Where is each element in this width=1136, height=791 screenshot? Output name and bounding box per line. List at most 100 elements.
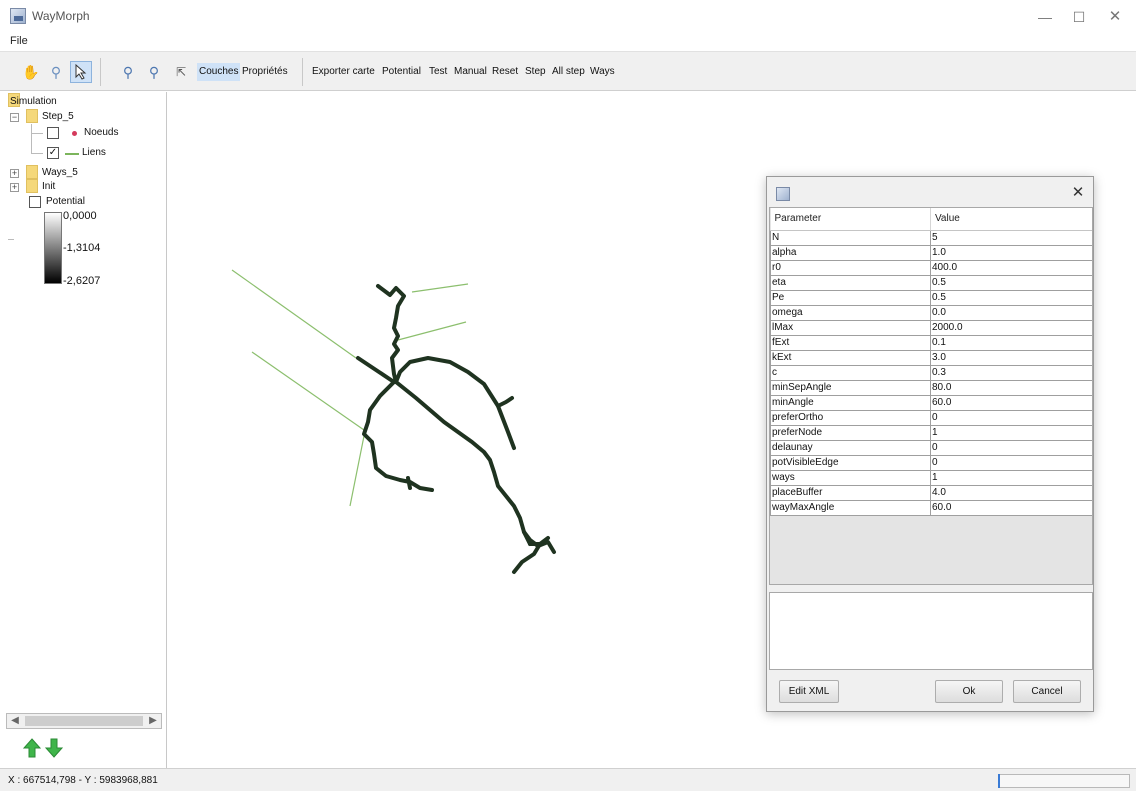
potential-button[interactable]: Potential (382, 52, 421, 92)
tree-node-simulation[interactable]: Simulation (10, 96, 57, 107)
exporter-carte-button[interactable]: Exporter carte (312, 52, 375, 92)
param-value-cell[interactable]: 3.0 (930, 349, 1092, 366)
param-value-cell[interactable]: 1 (930, 424, 1092, 441)
param-value-cell[interactable]: 0 (930, 454, 1092, 471)
param-name-cell[interactable]: ways (770, 469, 931, 486)
table-row[interactable]: Pe 0.5 (770, 289, 1092, 306)
param-value-cell[interactable]: 0.5 (930, 289, 1092, 306)
param-name-cell[interactable]: omega (770, 304, 931, 321)
param-name-cell[interactable]: minSepAngle (770, 379, 931, 396)
table-row[interactable]: fExt 0.1 (770, 334, 1092, 351)
table-row[interactable]: lMax 2000.0 (770, 319, 1092, 336)
param-value-cell[interactable]: 0.3 (930, 364, 1092, 381)
scroll-left-icon[interactable]: ◀ (7, 714, 23, 728)
table-row[interactable]: minAngle 60.0 (770, 394, 1092, 411)
tab-proprietes[interactable]: Propriétés (242, 52, 288, 92)
param-name-cell[interactable]: placeBuffer (770, 484, 931, 501)
potential-checkbox[interactable] (29, 196, 41, 208)
manual-button[interactable]: Manual (454, 52, 487, 92)
header-parameter[interactable]: Parameter (770, 208, 931, 231)
reset-button[interactable]: Reset (492, 52, 518, 92)
ok-button[interactable]: Ok (935, 680, 1003, 703)
header-value[interactable]: Value (930, 208, 1092, 231)
param-name-cell[interactable]: Pe (770, 289, 931, 306)
table-row[interactable]: eta 0.5 (770, 274, 1092, 291)
param-name-cell[interactable]: delaunay (770, 439, 931, 456)
cancel-button[interactable]: Cancel (1013, 680, 1081, 703)
edit-xml-button[interactable]: Edit XML (779, 680, 839, 703)
layer-noeuds[interactable]: Noeuds (84, 127, 118, 138)
param-value-cell[interactable]: 400.0 (930, 259, 1092, 276)
test-button[interactable]: Test (429, 52, 447, 92)
param-value-cell[interactable]: 0 (930, 439, 1092, 456)
move-down-icon[interactable] (45, 738, 63, 758)
horizontal-scrollbar[interactable]: ◀ ▶ (6, 713, 162, 729)
minimize-icon[interactable]: — (1030, 6, 1060, 28)
tree-node-init[interactable]: Init (42, 181, 55, 192)
close-icon[interactable]: ✕ (1100, 6, 1130, 28)
table-row[interactable]: delaunay 0 (770, 439, 1092, 456)
table-row[interactable]: omega 0.0 (770, 304, 1092, 321)
table-row[interactable]: r0 400.0 (770, 259, 1092, 276)
all-step-button[interactable]: All step (552, 52, 585, 92)
pan-hand-icon[interactable]: ✋ (20, 61, 42, 83)
param-value-cell[interactable]: 5 (930, 229, 1092, 246)
param-value-cell[interactable]: 0 (930, 409, 1092, 426)
tree-node-ways[interactable]: Ways_5 (42, 167, 78, 178)
param-name-cell[interactable]: eta (770, 274, 931, 291)
layer-liens[interactable]: Liens (82, 147, 106, 158)
param-value-cell[interactable]: 1.0 (930, 244, 1092, 261)
magnifier-icon[interactable]: ⚲ (45, 61, 67, 83)
layer-potential[interactable]: Potential (46, 196, 85, 207)
table-row[interactable]: preferOrtho 0 (770, 409, 1092, 426)
expand-icon[interactable]: + (10, 169, 19, 178)
param-name-cell[interactable]: lMax (770, 319, 931, 336)
param-value-cell[interactable]: 80.0 (930, 379, 1092, 396)
noeuds-checkbox[interactable] (47, 127, 59, 139)
select-arrow-icon[interactable] (70, 61, 92, 83)
param-name-cell[interactable]: r0 (770, 259, 931, 276)
param-name-cell[interactable]: fExt (770, 334, 931, 351)
scroll-right-icon[interactable]: ▶ (145, 714, 161, 728)
maximize-icon[interactable]: ☐ (1064, 6, 1094, 28)
zoom-out-icon[interactable]: ⚲ (143, 61, 165, 83)
param-name-cell[interactable]: minAngle (770, 394, 931, 411)
tab-couches[interactable]: Couches (197, 63, 241, 81)
zoom-in-icon[interactable]: ⚲ (117, 61, 139, 83)
param-value-cell[interactable]: 0.5 (930, 274, 1092, 291)
ways-button[interactable]: Ways (590, 52, 615, 92)
menu-file[interactable]: File (10, 35, 28, 47)
param-name-cell[interactable]: alpha (770, 244, 931, 261)
param-name-cell[interactable]: potVisibleEdge (770, 454, 931, 471)
param-value-cell[interactable]: 60.0 (930, 394, 1092, 411)
table-row[interactable]: minSepAngle 80.0 (770, 379, 1092, 396)
param-name-cell[interactable]: c (770, 364, 931, 381)
dialog-close-icon[interactable]: ✕ (1067, 182, 1089, 204)
step-button[interactable]: Step (525, 52, 546, 92)
param-value-cell[interactable]: 2000.0 (930, 319, 1092, 336)
param-value-cell[interactable]: 1 (930, 469, 1092, 486)
tree-node-step[interactable]: Step_5 (42, 111, 74, 122)
table-row[interactable]: alpha 1.0 (770, 244, 1092, 261)
table-row[interactable]: placeBuffer 4.0 (770, 484, 1092, 501)
xml-text-area[interactable] (769, 592, 1093, 670)
liens-checkbox[interactable]: ✓ (47, 147, 59, 159)
table-row[interactable]: potVisibleEdge 0 (770, 454, 1092, 471)
table-row[interactable]: c 0.3 (770, 364, 1092, 381)
param-value-cell[interactable]: 0.1 (930, 334, 1092, 351)
move-up-icon[interactable] (23, 738, 41, 758)
param-name-cell[interactable]: preferNode (770, 424, 931, 441)
zoom-extent-icon[interactable]: ⇱ (170, 61, 192, 83)
table-row[interactable]: kExt 3.0 (770, 349, 1092, 366)
scroll-thumb[interactable] (25, 716, 143, 726)
table-row[interactable]: ways 1 (770, 469, 1092, 486)
param-value-cell[interactable]: 60.0 (930, 499, 1092, 516)
param-name-cell[interactable]: preferOrtho (770, 409, 931, 426)
param-value-cell[interactable]: 0.0 (930, 304, 1092, 321)
param-name-cell[interactable]: wayMaxAngle (770, 499, 931, 516)
table-row[interactable]: wayMaxAngle 60.0 (770, 499, 1092, 516)
param-value-cell[interactable]: 4.0 (930, 484, 1092, 501)
param-name-cell[interactable]: kExt (770, 349, 931, 366)
param-name-cell[interactable]: N (770, 229, 931, 246)
table-row[interactable]: preferNode 1 (770, 424, 1092, 441)
